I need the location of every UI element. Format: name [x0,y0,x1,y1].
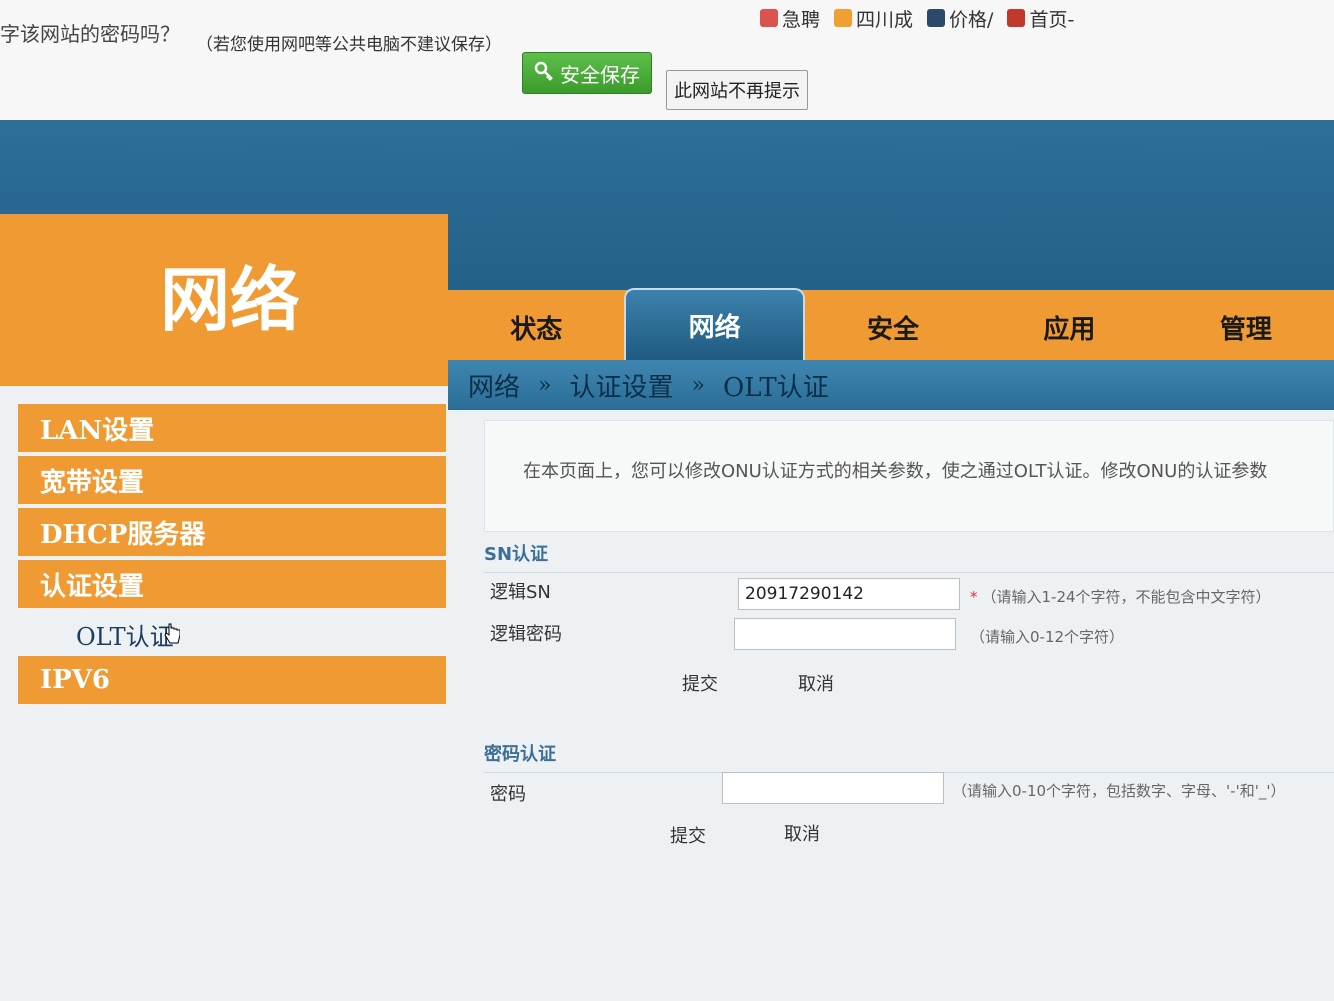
logical-password-hint: （请输入0-12个字符） [970,628,1125,646]
password-label: 密码 [490,784,526,805]
sidebar-subitem-olt-auth[interactable]: OLT认证 [18,612,446,656]
sidebar-item-auth-settings[interactable]: 认证设置 [18,560,446,608]
bookmark-item[interactable]: 四川成 [834,0,913,36]
password-save-bar: 字该网站的密码吗？ （若您使用网吧等公共电脑不建议保存） 安全保存 此网站不再提… [0,0,1334,121]
password-auth-section-title: 密码认证 [484,740,1334,773]
logical-sn-input[interactable] [738,578,960,610]
breadcrumb-olt-auth: OLT认证 [722,372,829,403]
hand-cursor-icon [164,623,181,645]
bookmark-item[interactable]: 急聘 [760,0,820,36]
bookmark-favicon-icon [1007,9,1026,27]
bookmark-label: 急聘 [782,8,821,31]
safe-save-button[interactable]: 安全保存 [522,52,652,94]
logical-password-label: 逻辑密码 [490,624,562,645]
breadcrumb-network[interactable]: 网络 [468,367,520,404]
sn-cancel-button[interactable]: 取消 [798,670,834,696]
bookmark-favicon-icon [834,9,853,27]
sidebar-item-ipv6[interactable]: IPV6 [18,656,446,704]
bookmark-favicon-icon [760,9,778,27]
tab-status[interactable]: 状态 [448,294,624,360]
sidebar-item-lan[interactable]: LAN设置 [18,404,446,452]
sidebar-item-broadband[interactable]: 宽带设置 [18,456,446,504]
breadcrumb: 网络 » 认证设置 » OLT认证 [448,360,1334,410]
password-submit-button[interactable]: 提交 [670,822,706,848]
page-description: 在本页面上，您可以修改ONU认证方式的相关参数，使之通过OLT认证。修改ONU的… [484,420,1334,532]
key-icon [534,61,554,86]
logical-password-input[interactable] [734,618,956,650]
password-input[interactable] [722,772,944,804]
bookmark-label: 首页- [1029,8,1075,31]
bookmarks-bar: 急聘 四川成 价格/ 首页- [760,0,1074,36]
logical-sn-hint: * （请输入1-24个字符，不能包含中文字符） [970,588,1271,606]
breadcrumb-separator: » [691,372,705,398]
password-hint: （请输入0-10个字符，包括数字、字母、'-'和'_'） [952,782,1286,800]
sn-auth-section-title: SN认证 [484,540,1334,573]
breadcrumb-auth-settings[interactable]: 认证设置 [569,367,673,404]
bookmark-label: 价格/ [949,8,994,31]
save-password-question: 字该网站的密码吗？ [0,22,180,46]
tab-application[interactable]: 应用 [981,294,1157,360]
never-for-site-button[interactable]: 此网站不再提示 [666,70,808,110]
logical-sn-hint-text: （请输入1-24个字符，不能包含中文字符） [981,588,1271,606]
tab-security[interactable]: 安全 [805,294,981,360]
sidebar-item-dhcp[interactable]: DHCP服务器 [18,508,446,556]
main-tabs: 状态 网络 安全 应用 管理 [448,288,1334,360]
bookmark-label: 四川成 [856,8,914,31]
sn-submit-button[interactable]: 提交 [682,670,718,696]
sidebar-subitem-label: OLT认证 [76,622,174,651]
sidebar: LAN设置 宽带设置 DHCP服务器 认证设置 OLT认证 IPV6 [18,404,446,708]
bookmark-item[interactable]: 首页- [1007,0,1074,36]
safe-save-label: 安全保存 [560,62,640,87]
tab-management[interactable]: 管理 [1158,294,1334,360]
tab-network[interactable]: 网络 [624,288,805,360]
content-area: 在本页面上，您可以修改ONU认证方式的相关参数，使之通过OLT认证。修改ONU的… [484,420,1334,1000]
bookmark-favicon-icon [927,9,946,27]
brand-panel: 网络 [0,214,448,386]
public-pc-warning: （若您使用网吧等公共电脑不建议保存） [196,35,502,55]
password-cancel-button[interactable]: 取消 [784,820,820,846]
bookmark-item[interactable]: 价格/ [927,0,993,36]
breadcrumb-separator: » [538,372,552,398]
logical-sn-label: 逻辑SN [490,582,551,603]
brand-title: 网络 [160,258,300,341]
